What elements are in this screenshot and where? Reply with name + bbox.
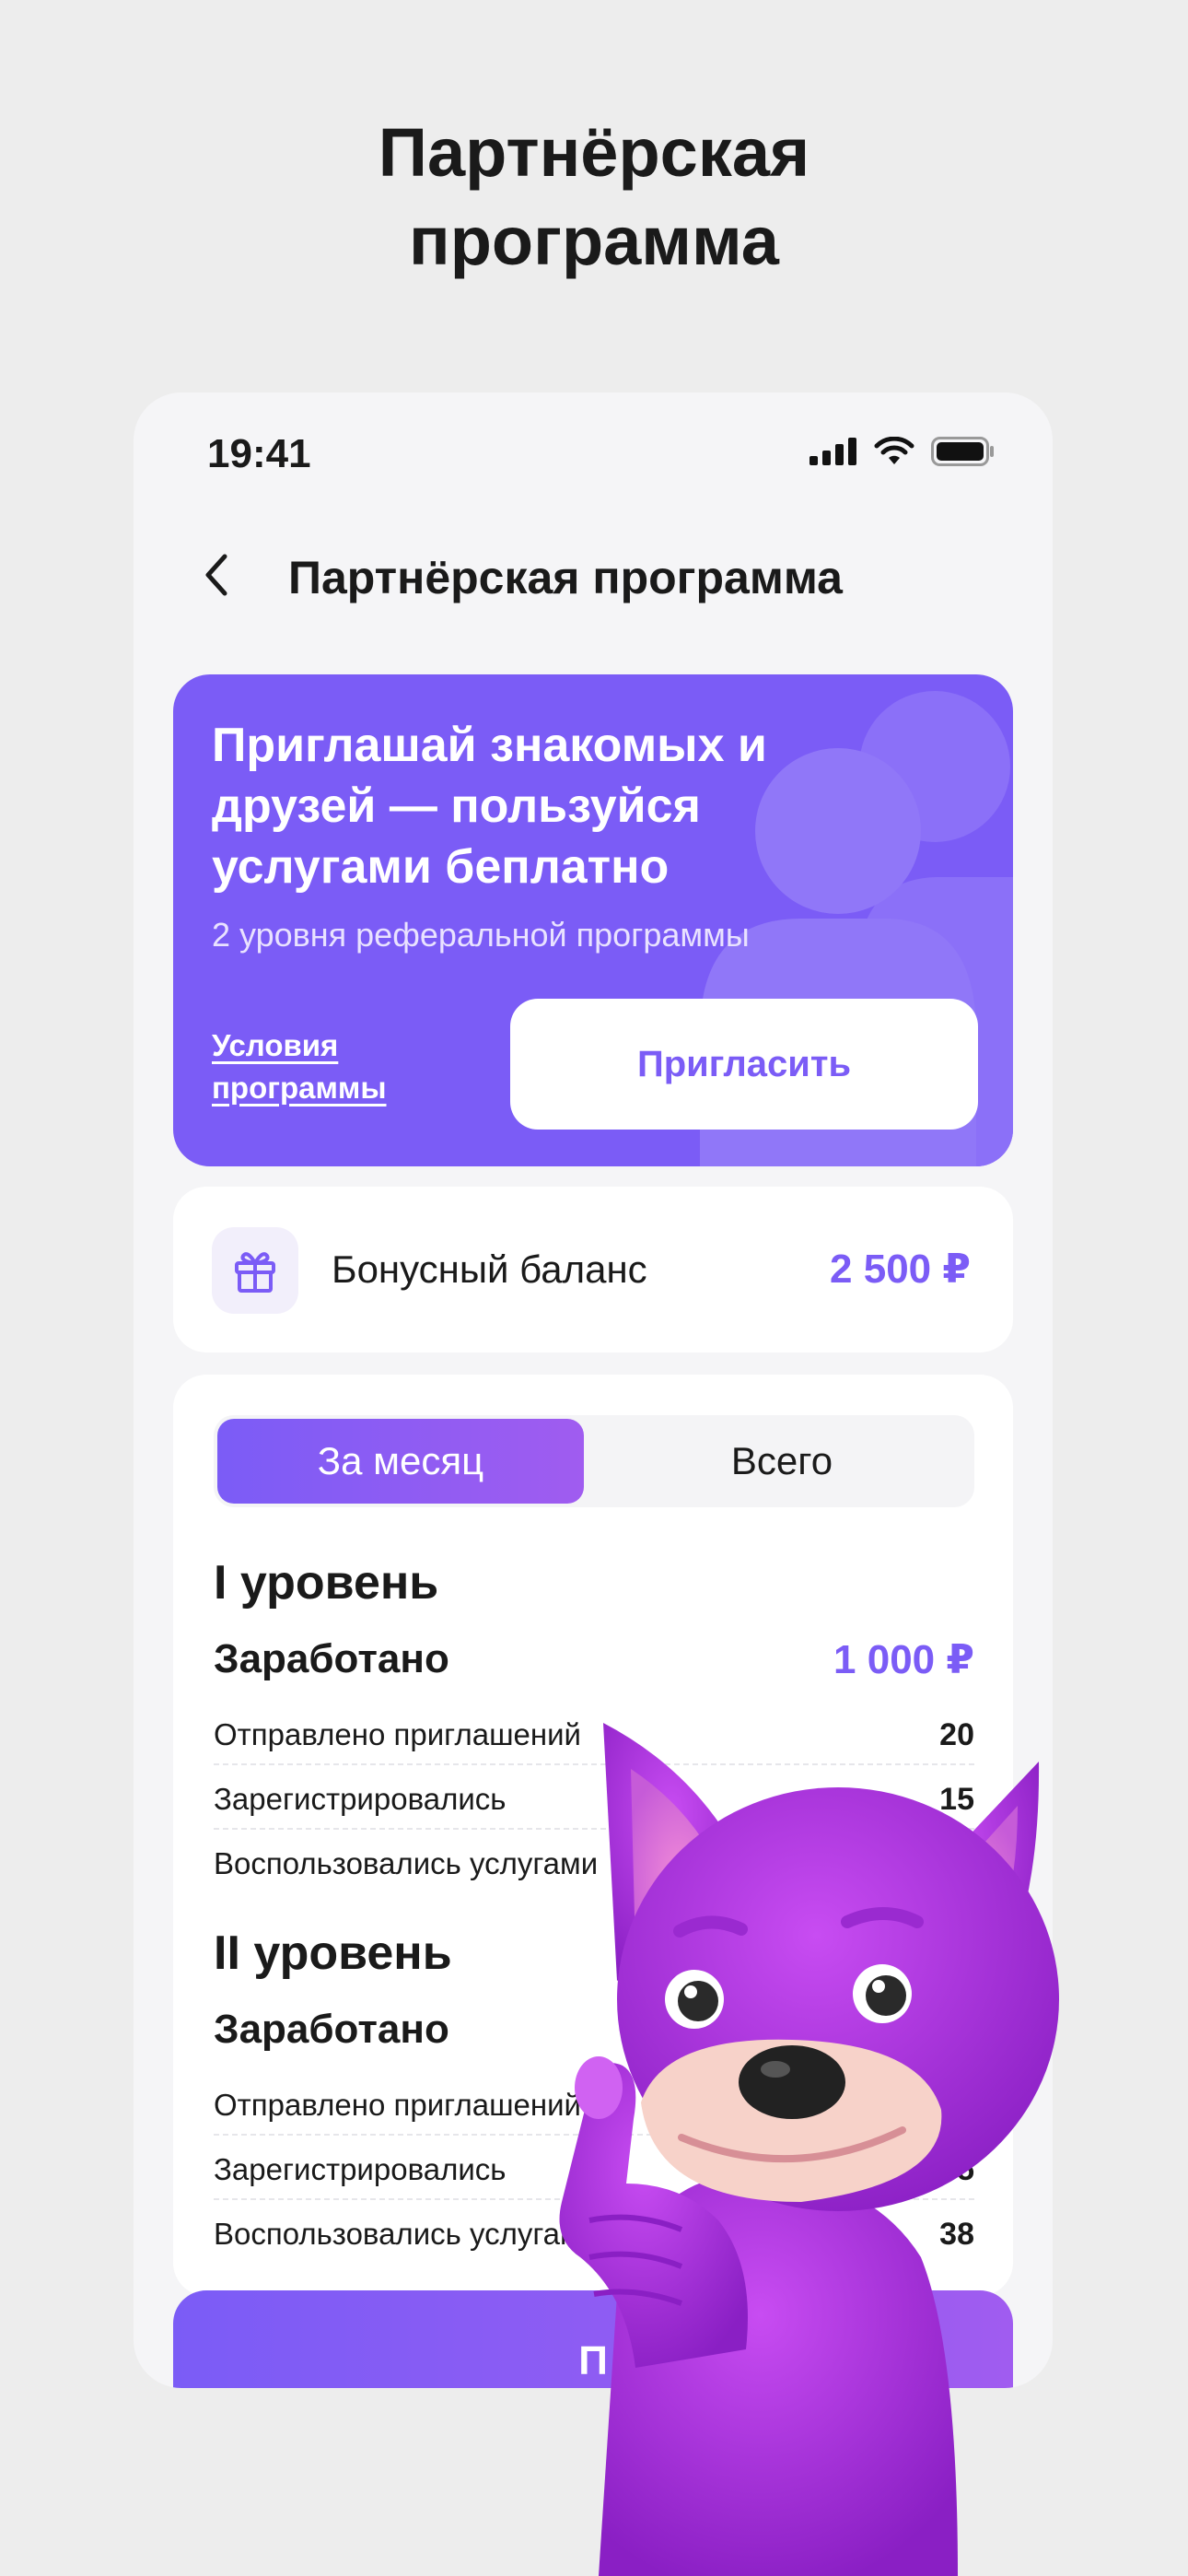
tab-month[interactable]: За месяц (217, 1419, 584, 1504)
status-icons (809, 437, 996, 466)
back-button[interactable] (189, 547, 244, 603)
bonus-value: 2 500 ₽ (830, 1247, 971, 1292)
page-title: Партнёрская программа (288, 552, 843, 603)
level1-earned-value: 1 000 ₽ (833, 1637, 974, 1682)
level1-earned-row: Заработано 1 000 ₽ (214, 1636, 974, 1692)
banner-title: Приглашай знакомых и друзей — пользуйся … (212, 719, 767, 894)
status-time: 19:41 (207, 431, 311, 476)
fox-mascot (559, 1723, 1059, 2576)
promo-heading-line1: Партнёрская (378, 114, 810, 191)
referral-banner: Приглашай знакомых и друзей — пользуйся … (173, 674, 1013, 1166)
nav-bar: Партнёрская программа (134, 531, 1053, 623)
gift-icon (212, 1227, 298, 1314)
period-switch: За месяц Всего (214, 1415, 974, 1507)
wifi-icon (874, 437, 914, 464)
status-bar: 19:41 (134, 392, 1053, 512)
invite-button[interactable]: Пригласить (510, 999, 978, 1130)
promo-heading-line2: программа (409, 203, 779, 279)
back-chevron-icon (205, 554, 227, 596)
level1-earned-label: Заработано (214, 1636, 449, 1681)
promo-heading: Партнёрская программа (0, 109, 1188, 286)
battery-icon (931, 437, 994, 466)
signal-icon (809, 438, 856, 465)
bonus-label: Бонусный баланс (332, 1247, 647, 1291)
level1-title: I уровень (214, 1556, 439, 1610)
tab-total[interactable]: Всего (593, 1419, 971, 1504)
bonus-balance-card[interactable]: Бонусный баланс 2 500 ₽ (173, 1187, 1013, 1352)
terms-link[interactable]: Условия программы (212, 1025, 433, 1109)
banner-subtitle: 2 уровня реферальной программы (212, 916, 750, 954)
